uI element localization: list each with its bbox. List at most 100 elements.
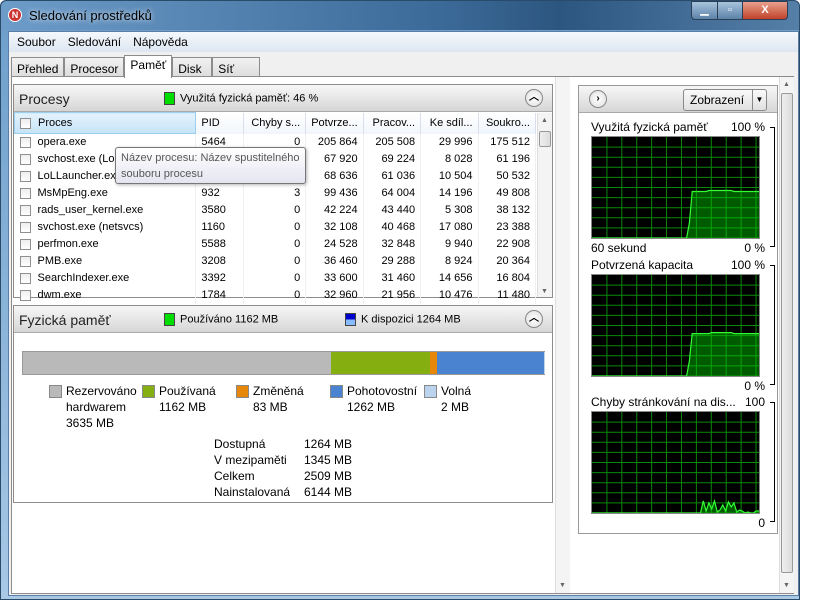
processes-header[interactable]: Procesy Využitá fyzická paměť: 46 % ︿ bbox=[14, 85, 552, 112]
row-checkbox[interactable] bbox=[19, 204, 31, 216]
close-button[interactable]: X bbox=[742, 1, 788, 20]
column-header[interactable]: Pracov... bbox=[363, 112, 422, 134]
cell-text: MsMpEng.exe bbox=[37, 187, 108, 199]
table-row[interactable]: SearchIndexer.exe 3392 0 33 600 31 460 14 656… bbox=[14, 269, 537, 287]
scroll-down-icon[interactable]: ▼ bbox=[541, 288, 548, 295]
tab-procesor[interactable]: Procesor bbox=[64, 57, 125, 77]
cell-text: 20 364 bbox=[496, 255, 530, 267]
table-cell: 205 864 bbox=[305, 133, 364, 151]
minimize-button[interactable]: ▁ bbox=[691, 1, 718, 20]
table-cell: 5588 bbox=[195, 235, 244, 253]
free-swatch-icon bbox=[424, 385, 437, 398]
scroll-up-icon[interactable]: ▲ bbox=[541, 117, 548, 124]
reserved-swatch-icon bbox=[49, 385, 62, 398]
menu-sledovani[interactable]: Sledování bbox=[62, 32, 127, 52]
cell-text: 50 532 bbox=[496, 170, 530, 182]
collapse-up-icon[interactable]: ︿ bbox=[525, 310, 543, 328]
cell-text: 49 808 bbox=[496, 187, 530, 199]
column-header[interactable]: Soukro... bbox=[478, 112, 537, 134]
graph-title: Využitá fyzická paměť bbox=[591, 120, 708, 134]
collapse-up-icon[interactable]: ︿ bbox=[525, 89, 543, 107]
row-checkbox[interactable] bbox=[19, 153, 31, 165]
column-header[interactable]: Chyby s... bbox=[243, 112, 307, 134]
table-row[interactable]: perfmon.exe 5588 0 24 528 32 848 9 940 22 908 bbox=[14, 235, 537, 253]
graphs-header: › Zobrazení ▼ bbox=[579, 86, 777, 113]
cell-text: 99 436 bbox=[324, 187, 358, 199]
table-cell: 3392 bbox=[195, 269, 244, 287]
tab-sit[interactable]: Síť bbox=[212, 57, 261, 77]
scroll-down-icon[interactable]: ▼ bbox=[783, 582, 790, 589]
table-cell: 205 508 bbox=[363, 133, 422, 151]
scroll-thumb[interactable] bbox=[781, 93, 793, 573]
cell-text: 33 600 bbox=[324, 272, 358, 284]
row-checkbox[interactable] bbox=[19, 289, 31, 301]
select-all-checkbox[interactable] bbox=[20, 117, 31, 129]
legend-reserved: Rezervováno hardwarem 3635 MB bbox=[49, 383, 137, 431]
table-cell: MsMpEng.exe bbox=[14, 184, 197, 202]
physical-memory-header[interactable]: Fyzická paměť Používáno 1162 MB K dispoz… bbox=[14, 306, 552, 333]
table-cell: 16 804 bbox=[478, 269, 537, 287]
cell-text: 32 960 bbox=[324, 289, 358, 301]
stat-label: Nainstalovaná bbox=[214, 485, 291, 499]
table-cell: 38 132 bbox=[478, 201, 537, 219]
graph-max: 100 % bbox=[730, 258, 765, 272]
menu-soubor[interactable]: Soubor bbox=[11, 32, 62, 52]
table-row[interactable]: MsMpEng.exe 932 3 99 436 64 004 14 196 49 808 bbox=[14, 184, 537, 202]
table-cell: 21 956 bbox=[363, 286, 422, 304]
row-checkbox[interactable] bbox=[19, 238, 31, 250]
row-checkbox[interactable] bbox=[19, 136, 31, 148]
maximize-button[interactable]: ▫ bbox=[717, 1, 743, 20]
stat-label: Celkem bbox=[214, 469, 255, 483]
table-cell: 61 036 bbox=[363, 167, 422, 185]
cell-text: 32 848 bbox=[381, 238, 416, 250]
cell-text: 8 924 bbox=[445, 255, 473, 267]
row-checkbox[interactable] bbox=[19, 272, 31, 284]
row-checkbox[interactable] bbox=[19, 255, 31, 267]
column-header[interactable]: PID bbox=[195, 112, 244, 134]
view-button[interactable]: Zobrazení ▼ bbox=[683, 89, 767, 111]
table-cell: 1160 bbox=[195, 218, 244, 236]
used-swatch-icon bbox=[142, 385, 155, 398]
column-header[interactable]: Proces bbox=[13, 112, 197, 134]
table-row[interactable]: svchost.exe (netsvcs) 1160 0 32 108 40 468 17… bbox=[14, 218, 537, 236]
graph-canvas bbox=[591, 136, 760, 239]
title-bar[interactable]: N Sledování prostředků ▁ ▫ X bbox=[1, 1, 799, 30]
column-header[interactable]: Ke sdíl... bbox=[420, 112, 479, 134]
table-cell: 3208 bbox=[195, 252, 244, 270]
menu-napoveda[interactable]: Nápověda bbox=[127, 32, 194, 52]
process-table-scrollbar[interactable]: ▲ ▼ bbox=[537, 113, 552, 297]
column-label: Ke sdíl... bbox=[429, 117, 473, 129]
available-indicator: K dispozici 1264 MB bbox=[345, 313, 461, 326]
row-checkbox[interactable] bbox=[19, 187, 31, 199]
column-label: Pracov... bbox=[372, 117, 416, 129]
expand-right-icon[interactable]: › bbox=[589, 90, 607, 108]
tab-prehled[interactable]: Přehled bbox=[11, 57, 65, 77]
left-pane-scrollbar[interactable]: ▼ bbox=[555, 77, 570, 593]
cell-text: 16 804 bbox=[496, 272, 530, 284]
row-checkbox[interactable] bbox=[19, 170, 31, 182]
column-header[interactable]: Potvrze... bbox=[305, 112, 364, 134]
cell-text: 5588 bbox=[201, 238, 226, 250]
table-cell: 29 996 bbox=[420, 133, 479, 151]
dropdown-arrow-icon[interactable]: ▼ bbox=[752, 90, 766, 110]
table-cell: 42 224 bbox=[305, 201, 364, 219]
table-cell: 10 504 bbox=[420, 167, 479, 185]
memory-bar-segment bbox=[436, 352, 544, 374]
table-cell: perfmon.exe bbox=[14, 235, 197, 253]
cell-text: 3580 bbox=[201, 204, 226, 216]
right-pane-scrollbar[interactable]: ▲ ▼ bbox=[779, 77, 794, 593]
cell-text: 23 388 bbox=[496, 221, 530, 233]
tab-disk[interactable]: Disk bbox=[172, 57, 213, 77]
scroll-thumb[interactable] bbox=[539, 131, 551, 147]
physical-memory-title: Fyzická paměť bbox=[19, 312, 111, 328]
table-row[interactable]: PMB.exe 3208 0 36 460 29 288 8 924 20 364 bbox=[14, 252, 537, 270]
scroll-down-icon[interactable]: ▼ bbox=[559, 582, 566, 589]
table-row[interactable]: dwm.exe 1784 0 32 960 21 956 10 476 11 480 bbox=[14, 286, 537, 304]
tab-pamet[interactable]: Paměť bbox=[124, 55, 173, 78]
scroll-up-icon[interactable]: ▲ bbox=[783, 81, 790, 88]
table-cell: 175 512 bbox=[478, 133, 537, 151]
row-checkbox[interactable] bbox=[19, 221, 31, 233]
cell-text: 38 132 bbox=[496, 204, 530, 216]
table-row[interactable]: rads_user_kernel.exe 3580 0 42 224 43 440 5 3… bbox=[14, 201, 537, 219]
memory-bar-segment bbox=[331, 352, 430, 374]
